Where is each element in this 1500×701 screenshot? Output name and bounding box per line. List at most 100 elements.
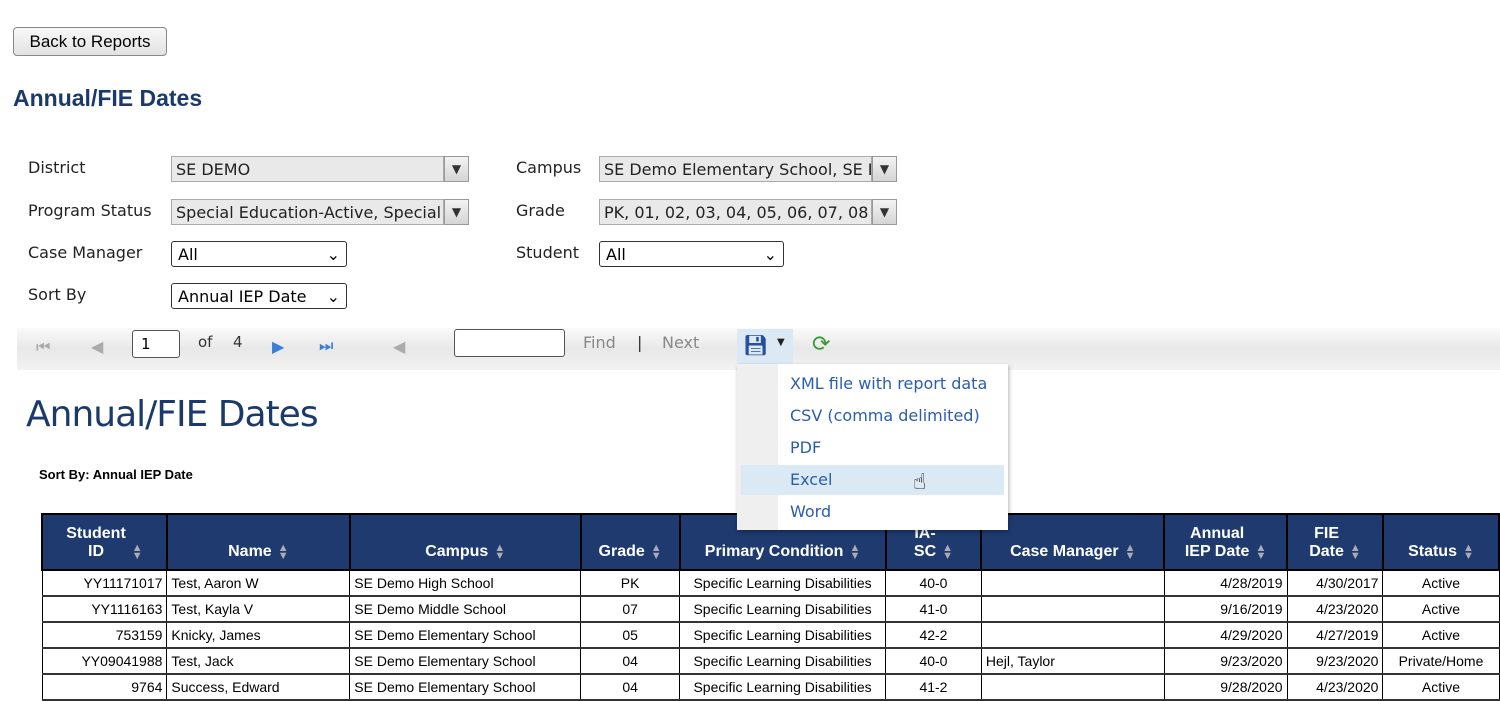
find-link[interactable]: Find (583, 333, 616, 352)
table-cell: 4/30/2017 (1286, 569, 1384, 597)
save-icon: 💾︎ (743, 333, 769, 357)
chevron-down-icon[interactable]: ▼ (872, 199, 897, 225)
page-number-input[interactable]: 1 (132, 330, 180, 358)
export-button[interactable]: 💾︎ ▼ (737, 329, 793, 365)
header-text: Grade (598, 543, 645, 560)
sort-by-caption: Sort By: Annual IEP Date (39, 467, 193, 482)
table-cell: 05 (580, 621, 681, 649)
table-cell: PK (580, 569, 681, 597)
previous-page-icon[interactable]: ◀ (91, 337, 103, 356)
next-page-icon[interactable]: ▶ (272, 337, 284, 356)
grade-label: Grade (516, 201, 565, 220)
sort-icon[interactable]: ▲ ▼ (1125, 542, 1136, 561)
table-cell: Private/Home (1382, 647, 1500, 675)
sort-icon[interactable]: ▲ ▼ (1255, 542, 1266, 561)
export-csv-item[interactable]: CSV (comma delimited) (741, 401, 1004, 431)
table-row: 9764 Success, Edward SE Demo Elementary Sc… (41, 673, 1500, 701)
chevron-down-icon[interactable]: ▼ (872, 156, 897, 182)
report-title: Annual/FIE Dates (26, 394, 319, 435)
column-header[interactable]: Campus ▲ ▼ (348, 513, 582, 571)
table-cell: Specific Learning Disabilities (679, 673, 887, 701)
district-select[interactable]: SE DEMO (171, 156, 444, 182)
table-cell: 9/16/2019 (1163, 595, 1288, 623)
student-label: Student (516, 243, 579, 262)
caret-down-icon: ▼ (777, 337, 785, 348)
chevron-down-icon[interactable]: ▼ (444, 199, 469, 225)
first-page-icon[interactable]: ⏮ (36, 337, 50, 357)
column-header[interactable]: Grade ▲ ▼ (579, 513, 681, 571)
table-cell: SE Demo Middle School (349, 595, 582, 623)
find-input[interactable] (454, 329, 565, 357)
table-cell: Specific Learning Disabilities (679, 569, 887, 597)
column-header[interactable]: Student ID ▲ ▼ (41, 513, 168, 571)
chevron-down-icon: ⌄ (763, 244, 777, 264)
column-header[interactable]: Case Manager ▲ ▼ (980, 513, 1166, 571)
table-cell: Hejl, Taylor (980, 647, 1165, 675)
back-icon[interactable]: ◀ (393, 337, 405, 356)
sort-by-select[interactable]: Annual IEP Date ⌄ (171, 283, 347, 309)
table-cell: SE Demo Elementary School (349, 621, 582, 649)
district-label: District (28, 158, 86, 177)
back-to-reports-button[interactable]: Back to Reports (13, 27, 167, 56)
table-cell: 4/29/2020 (1163, 621, 1288, 649)
next-link[interactable]: Next (662, 333, 699, 352)
sort-icon[interactable]: ▲ ▼ (849, 542, 860, 561)
column-header-label: IA- SC (914, 525, 936, 561)
student-select[interactable]: All ⌄ (599, 241, 784, 267)
export-word-item[interactable]: Word (741, 497, 1004, 527)
export-xml-item[interactable]: XML file with report data (741, 369, 1004, 399)
table-row: YY09041988 Test, Jack SE Demo Elementary S… (41, 647, 1500, 675)
table-row: YY1116163 Test, Kayla V SE Demo Middle Sch… (41, 595, 1500, 623)
table-cell: 4/23/2020 (1286, 595, 1384, 623)
sort-icon[interactable]: ▲ ▼ (651, 542, 662, 561)
grade-select[interactable]: PK, 01, 02, 03, 04, 05, 06, 07, 08 (599, 199, 872, 225)
chevron-down-icon[interactable]: ▼ (444, 156, 469, 182)
table-cell: Specific Learning Disabilities (679, 621, 887, 649)
table-cell: 40-0 (885, 569, 982, 597)
case-manager-select[interactable]: All ⌄ (171, 241, 347, 267)
sort-icon[interactable]: ▲ ▼ (494, 542, 505, 561)
column-header[interactable]: Name ▲ ▼ (165, 513, 351, 571)
table-cell: Specific Learning Disabilities (679, 595, 887, 623)
table-cell: Knicky, James (166, 621, 351, 649)
table-cell: Test, Jack (166, 647, 351, 675)
export-menu: XML file with report data CSV (comma del… (737, 364, 1008, 530)
hand-cursor-icon: ☝ (913, 470, 927, 495)
campus-select[interactable]: SE Demo Elementary School, SE Demo (599, 156, 872, 182)
column-header-label: Campus (425, 543, 488, 561)
table-row: YY11171017 Test, Aaron W SE Demo High Scho… (41, 569, 1500, 597)
column-header-label: FIE Date (1309, 525, 1344, 561)
table-cell: 40-0 (885, 647, 982, 675)
sort-icon[interactable]: ▲ ▼ (1463, 542, 1474, 561)
sort-by-value: Annual IEP Date (178, 286, 307, 306)
table-cell: Active (1382, 569, 1500, 597)
sort-icon[interactable]: ▲ ▼ (1350, 542, 1361, 561)
total-pages: 4 (233, 333, 243, 351)
export-excel-item[interactable]: Excel (741, 465, 1004, 495)
refresh-icon[interactable]: ⟳ (812, 332, 830, 357)
sort-icon[interactable]: ▲ ▼ (942, 542, 953, 561)
table-cell: 9/23/2020 (1163, 647, 1288, 675)
program-status-select[interactable]: Special Education-Active, Special (171, 199, 444, 225)
column-header[interactable]: Annual IEP Date ▲ ▼ (1163, 513, 1289, 571)
table-cell: 4/27/2019 (1286, 621, 1384, 649)
sort-icon[interactable]: ▲ ▼ (278, 542, 289, 561)
table-cell: SE Demo Elementary School (349, 673, 582, 701)
header-text: Student (66, 525, 126, 542)
table-cell: 42-2 (885, 621, 982, 649)
table-cell: Active (1382, 595, 1500, 623)
column-header[interactable]: Status ▲ ▼ (1381, 513, 1500, 571)
last-page-icon[interactable]: ⏭ (319, 336, 333, 356)
header-text: SC (913, 543, 937, 560)
column-header-label: Case Manager (1010, 543, 1119, 561)
table-row: 753159 Knicky, James SE Demo Elementary Sc… (41, 621, 1500, 649)
case-manager-value: All (178, 244, 198, 264)
column-header-label: Primary Condition (705, 543, 844, 561)
table-cell (980, 621, 1165, 649)
column-header[interactable]: FIE Date ▲ ▼ (1286, 513, 1384, 571)
export-pdf-item[interactable]: PDF (741, 433, 1004, 463)
sort-icon[interactable]: ▲ ▼ (132, 542, 143, 561)
table-cell (980, 595, 1165, 623)
table-cell: SE Demo High School (349, 569, 582, 597)
table-cell: YY09041988 (41, 647, 168, 675)
